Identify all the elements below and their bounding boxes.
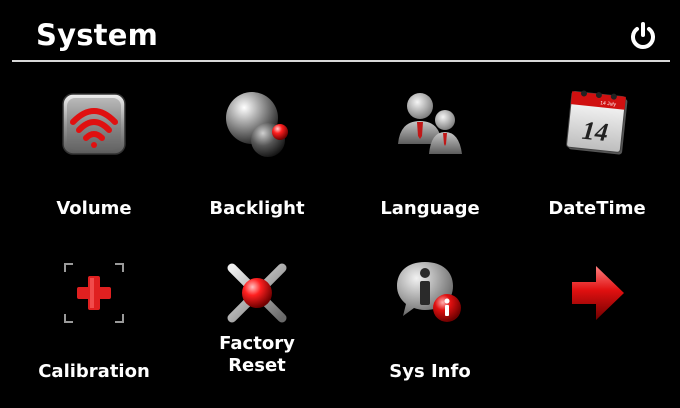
calibration-label: Calibration [38, 361, 150, 382]
language-label: Language [380, 198, 480, 219]
power-icon [631, 22, 655, 49]
sys-info-icon [395, 258, 465, 328]
page-title: System [36, 18, 159, 52]
calendar-icon: 14 July 14 [562, 88, 632, 158]
next-page-button[interactable] [522, 258, 672, 408]
sys-info-label: Sys Info [389, 361, 471, 382]
backlight-button[interactable]: Backlight [182, 88, 332, 238]
system-screen: System Volume Backlight Language 14 July… [0, 0, 680, 391]
volume-label: Volume [56, 198, 132, 219]
language-button[interactable]: Language [355, 88, 505, 238]
factory-reset-icon [222, 258, 292, 328]
backlight-label: Backlight [209, 198, 305, 219]
datetime-label: DateTime [548, 198, 646, 219]
language-icon [395, 88, 465, 158]
factory-reset-button[interactable]: Factory Reset [182, 258, 332, 408]
datetime-button[interactable]: 14 July 14 DateTime [522, 88, 672, 238]
volume-icon [59, 88, 129, 158]
calibration-icon [59, 258, 129, 328]
power-button[interactable] [628, 21, 658, 51]
backlight-icon [222, 88, 292, 158]
factory-reset-label: Factory Reset [219, 333, 295, 376]
sys-info-button[interactable]: Sys Info [355, 258, 505, 408]
volume-button[interactable]: Volume [19, 88, 169, 238]
header-bar: System [12, 10, 670, 62]
calendar-day-text: 14 [581, 116, 610, 148]
next-arrow-icon [562, 258, 632, 328]
calibration-button[interactable]: Calibration [19, 258, 169, 408]
